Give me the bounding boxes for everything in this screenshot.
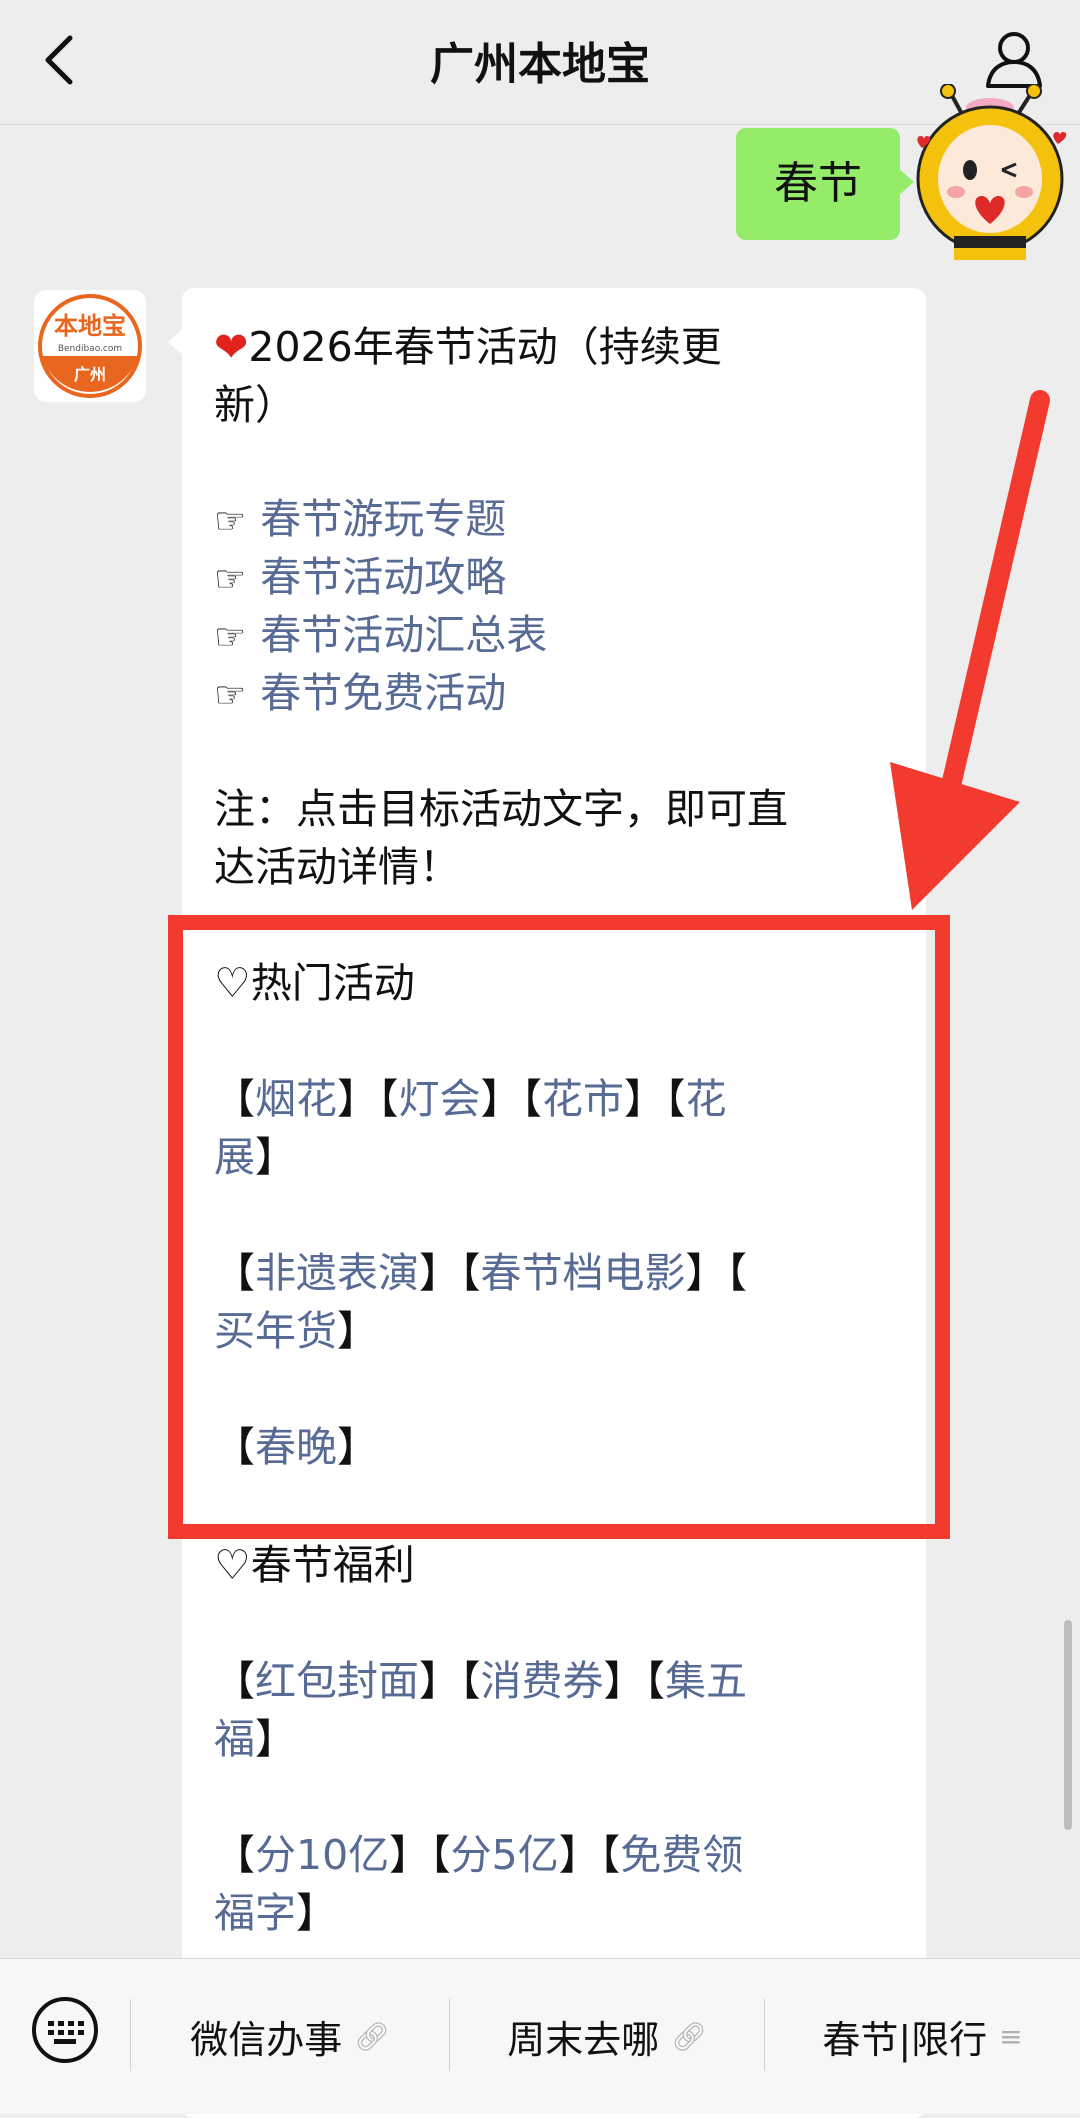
pointing-hand-icon: ☞ — [214, 501, 247, 542]
link-consumer-coupon[interactable]: 消费券 — [481, 1657, 604, 1705]
bendibao-logo: 本地宝 Bendibao.com 广州 — [38, 294, 142, 398]
logo-domain-text: Bendibao.com — [58, 344, 122, 354]
link-activity-guide[interactable]: 春节活动攻略 — [260, 553, 506, 601]
outgoing-message[interactable]: 春节 — [736, 128, 914, 240]
red-highlight-box — [168, 915, 950, 1539]
link-share-500-million[interactable]: 分5亿 — [451, 1831, 559, 1879]
note-line-2: 达活动详情！ — [214, 843, 460, 891]
menu-list-icon: ≡ — [999, 2020, 1023, 2053]
link-spring-tour[interactable]: 春节游玩专题 — [260, 495, 506, 543]
reply-headline-line2: 新） — [214, 381, 296, 429]
red-heart-icon: ❤ — [214, 323, 249, 371]
welfare-row-1-wrap: 福】 — [214, 1715, 296, 1763]
bottom-menu-bar: 微信办事 🔗︎ 周末去哪 🔗︎ 春节|限行 ≡ — [0, 1958, 1080, 2114]
reply-headline-line1: ❤2026年春节活动（持续更 — [214, 323, 722, 371]
pointing-hand-icon: ☞ — [214, 559, 247, 600]
official-account-avatar[interactable]: 本地宝 Bendibao.com 广州 — [34, 290, 146, 402]
link-free-fu-character[interactable]: 免费领 — [620, 1831, 743, 1879]
link-red-envelope-cover[interactable]: 红包封面 — [255, 1657, 419, 1705]
menu-item-spring-traffic[interactable]: 春节|限行 ≡ — [765, 1959, 1080, 2114]
bee-girl-sticker-avatar[interactable] — [910, 84, 1070, 264]
link-free-activities[interactable]: 春节免费活动 — [260, 669, 506, 717]
welfare-row-2-wrap: 福字】 — [214, 1889, 337, 1937]
link-icon: 🔗︎ — [671, 2020, 707, 2053]
link-free-fu-character-cont[interactable]: 福字 — [214, 1889, 296, 1937]
keyboard-icon[interactable] — [30, 1995, 100, 2065]
logo-brand-text: 本地宝 — [54, 312, 126, 340]
pointing-hand-icon: ☞ — [214, 675, 247, 716]
welfare-row-1: 【红包封面】【消费券】【集五 — [214, 1657, 747, 1705]
menu-item-wechat-services[interactable]: 微信办事 🔗︎ — [131, 1959, 449, 2114]
link-row-4: ☞ 春节免费活动 — [214, 664, 506, 725]
page-title: 广州本地宝 — [430, 39, 650, 90]
note-line-1: 注：点击目标活动文字，即可直 — [214, 785, 788, 833]
link-five-blessings-cont[interactable]: 福 — [214, 1715, 255, 1763]
menu-item-label: 春节|限行 — [822, 2018, 988, 2062]
scrollbar[interactable] — [1064, 1620, 1072, 1830]
welfare-heading: ♡春节福利 — [214, 1541, 415, 1589]
welfare-row-2: 【分10亿】【分5亿】【免费领 — [214, 1831, 744, 1879]
profile-icon[interactable] — [984, 28, 1044, 90]
red-arrow-annotation — [890, 390, 1050, 910]
link-icon: 🔗︎ — [354, 2020, 390, 2053]
link-activity-summary[interactable]: 春节活动汇总表 — [260, 611, 547, 659]
logo-city-text: 广州 — [74, 365, 106, 384]
link-row-2: ☞ 春节活动攻略 — [214, 548, 506, 609]
menu-item-weekend[interactable]: 周末去哪 🔗︎ — [450, 1959, 764, 2114]
link-row-1: ☞ 春节游玩专题 — [214, 490, 506, 551]
pointing-hand-icon: ☞ — [214, 617, 247, 658]
menu-item-label: 微信办事 — [190, 2018, 343, 2062]
link-share-1-billion[interactable]: 分10亿 — [255, 1831, 389, 1879]
menu-item-label: 周末去哪 — [507, 2018, 660, 2062]
link-five-blessings[interactable]: 集五 — [665, 1657, 747, 1705]
link-row-3: ☞ 春节活动汇总表 — [214, 606, 547, 667]
